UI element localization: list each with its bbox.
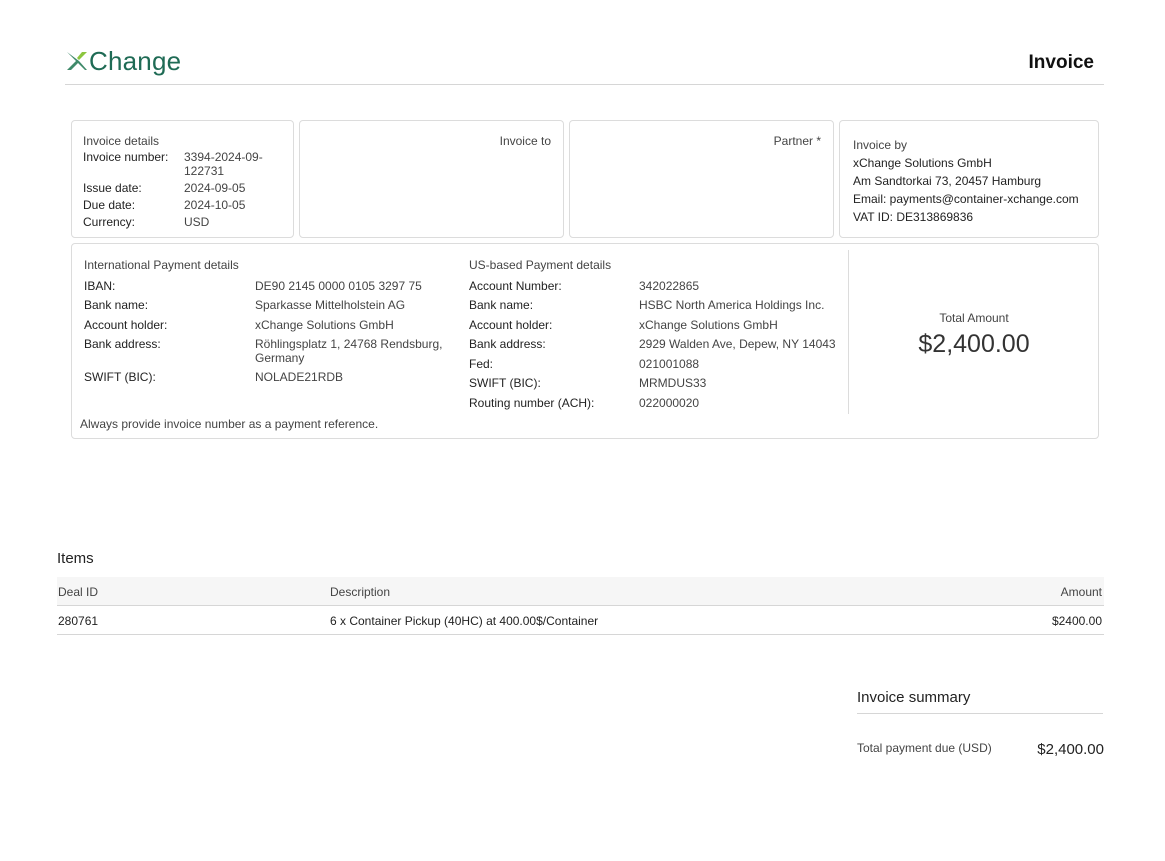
partner-heading: Partner * (773, 134, 821, 148)
row-deal-id: 280761 (58, 614, 99, 628)
intl-address-value-1: Röhlingsplatz 1, 24768 Rendsburg, (255, 337, 443, 351)
iban-value: DE90 2145 0000 0105 3297 75 (255, 279, 422, 293)
col-deal-id: Deal ID (58, 585, 99, 599)
intl-address-value-2: Germany (255, 351, 305, 365)
intl-address-label: Bank address: (84, 337, 161, 351)
page-title: Invoice (1028, 52, 1094, 73)
us-account-label: Account Number: (469, 279, 562, 293)
row-description: 6 x Container Pickup (40HC) at 400.00$/C… (330, 614, 599, 628)
row-amount: $2400.00 (1051, 614, 1102, 628)
issue-date-label: Issue date: (83, 181, 142, 195)
payment-reference-note: Always provide invoice number as a payme… (80, 417, 379, 431)
international-heading: International Payment details (84, 258, 239, 272)
us-swift-label: SWIFT (BIC): (469, 376, 541, 390)
invoice-to-heading: Invoice to (499, 134, 551, 148)
invoice-by-email: Email: payments@container-xchange.com (853, 192, 1079, 206)
summary-due-value: $2,400.00 (1037, 741, 1104, 758)
partner-box: Partner * (569, 120, 834, 238)
invoice-by-heading: Invoice by (853, 138, 908, 152)
col-description: Description (330, 585, 391, 599)
us-holder-label: Account holder: (469, 318, 553, 332)
total-amount-value: $2,400.00 (918, 330, 1030, 358)
us-routing-label: Routing number (ACH): (469, 396, 595, 410)
payment-details-box: International Payment details IBAN: DE90… (71, 243, 1099, 439)
currency-value: USD (184, 215, 210, 229)
us-heading: US-based Payment details (469, 258, 612, 272)
intl-swift-value: NOLADE21RDB (255, 370, 344, 384)
intl-bank-value: Sparkasse Mittelholstein AG (255, 298, 406, 312)
us-routing-value: 022000020 (639, 396, 700, 410)
currency-label: Currency: (83, 215, 136, 229)
table-row: 280761 6 x Container Pickup (40HC) at 40… (57, 606, 1104, 635)
intl-holder-value: xChange Solutions GmbH (255, 318, 394, 332)
intl-bank-label: Bank name: (84, 298, 149, 312)
us-bank-value: HSBC North America Holdings Inc. (639, 298, 825, 312)
summary-title: Invoice summary (857, 689, 971, 706)
logo: Change (65, 48, 181, 74)
us-address-value: 2929 Walden Ave, Depew, NY 14043 (639, 337, 836, 351)
us-fed-value: 021001088 (639, 357, 700, 371)
iban-label: IBAN: (84, 279, 116, 293)
us-account-value: 342022865 (639, 279, 700, 293)
us-swift-value: MRMDUS33 (639, 376, 707, 390)
invoice-by-company: xChange Solutions GmbH (853, 156, 992, 170)
issue-date-value: 2024-09-05 (184, 181, 246, 195)
invoice-header: Change Invoice (65, 46, 1104, 85)
us-fed-label: Fed: (469, 357, 494, 371)
x-mark-icon (67, 52, 87, 70)
items-title: Items (57, 550, 94, 567)
summary-due-label: Total payment due (USD) (857, 741, 992, 755)
summary-divider (857, 713, 1103, 714)
invoice-to-box: Invoice to (299, 120, 564, 238)
invoice-by-address: Am Sandtorkai 73, 20457 Hamburg (853, 174, 1042, 188)
due-date-label: Due date: (83, 198, 136, 212)
total-amount-label: Total Amount (939, 311, 1009, 325)
due-date-value: 2024-10-05 (184, 198, 246, 212)
invoice-details-heading: Invoice details (83, 134, 160, 148)
logo-text: Change (89, 46, 182, 76)
invoice-number-value-2: 122731 (184, 164, 225, 178)
invoice-details-box: Invoice details Invoice number: 3394-202… (71, 120, 294, 238)
us-address-label: Bank address: (469, 337, 546, 351)
invoice-number-value-1: 3394-2024-09- (184, 150, 263, 164)
us-bank-label: Bank name: (469, 298, 534, 312)
us-holder-value: xChange Solutions GmbH (639, 318, 778, 332)
invoice-by-box: Invoice by xChange Solutions GmbH Am San… (839, 120, 1099, 238)
col-amount: Amount (1060, 585, 1102, 599)
invoice-by-vat: VAT ID: DE313869836 (853, 210, 974, 224)
intl-holder-label: Account holder: (84, 318, 168, 332)
items-table-header: Deal ID Description Amount (57, 577, 1104, 606)
intl-swift-label: SWIFT (BIC): (84, 370, 156, 384)
invoice-number-label: Invoice number: (83, 150, 169, 164)
